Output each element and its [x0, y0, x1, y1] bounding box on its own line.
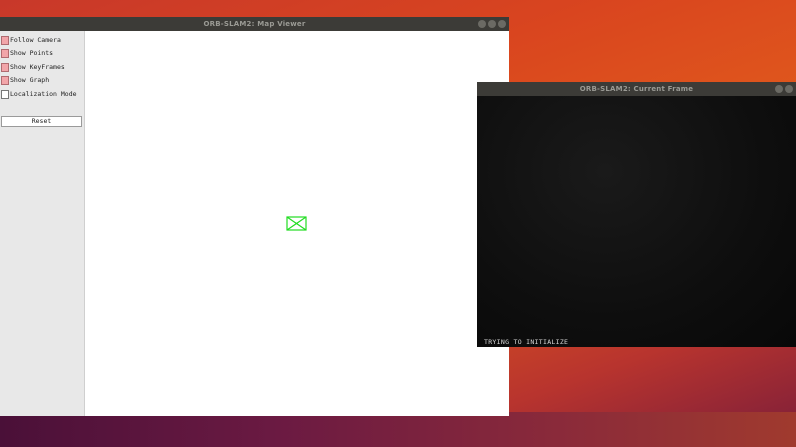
map-3d-canvas[interactable] [85, 31, 509, 416]
current-frame-title: ORB-SLAM2: Current Frame [579, 85, 694, 93]
desktop-bottom-strip [0, 412, 796, 447]
close-icon[interactable] [498, 20, 506, 28]
current-frame-window[interactable]: ORB-SLAM2: Current Frame TRYING TO INITI… [477, 82, 796, 347]
current-frame-titlebar[interactable]: ORB-SLAM2: Current Frame [477, 82, 796, 96]
desktop-background: ORB-SLAM2: Map Viewer Follow Camera Show… [0, 0, 796, 447]
map-viewer-window[interactable]: ORB-SLAM2: Map Viewer Follow Camera Show… [0, 17, 509, 416]
show-graph-label: Show Graph [10, 76, 50, 84]
show-keyframes-checkbox[interactable] [1, 63, 9, 72]
follow-camera-checkbox[interactable] [1, 36, 9, 45]
show-keyframes-label: Show KeyFrames [10, 63, 65, 71]
minimize-icon[interactable] [478, 20, 486, 28]
minimize-icon[interactable] [775, 85, 783, 93]
camera-frame-image: TRYING TO INITIALIZE [477, 96, 796, 347]
localization-mode-checkbox[interactable] [1, 90, 9, 99]
reset-button[interactable]: Reset [1, 116, 82, 127]
show-points-option[interactable]: Show Points [0, 47, 84, 59]
show-graph-checkbox[interactable] [1, 76, 9, 85]
follow-camera-label: Follow Camera [10, 36, 61, 44]
show-graph-option[interactable]: Show Graph [0, 74, 84, 86]
map-options-panel: Follow Camera Show Points Show KeyFrames… [0, 31, 85, 416]
current-frame-window-buttons [775, 85, 793, 93]
tracking-status-text: TRYING TO INITIALIZE [484, 338, 569, 346]
camera-frustum-icon [286, 216, 307, 231]
show-points-label: Show Points [10, 49, 54, 57]
map-viewer-title: ORB-SLAM2: Map Viewer [203, 20, 306, 28]
map-viewer-window-buttons [478, 20, 506, 28]
close-icon[interactable] [785, 85, 793, 93]
show-keyframes-option[interactable]: Show KeyFrames [0, 61, 84, 73]
localization-mode-option[interactable]: Localization Mode [0, 88, 84, 100]
map-viewer-titlebar[interactable]: ORB-SLAM2: Map Viewer [0, 17, 509, 31]
maximize-icon[interactable] [488, 20, 496, 28]
localization-mode-label: Localization Mode [10, 90, 77, 98]
show-points-checkbox[interactable] [1, 49, 9, 58]
follow-camera-option[interactable]: Follow Camera [0, 34, 84, 46]
